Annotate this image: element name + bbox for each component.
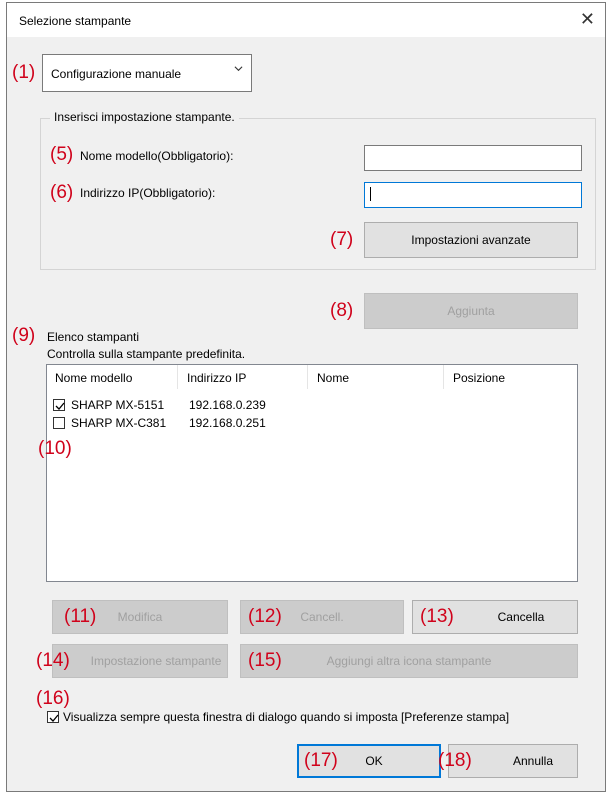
marker-16: (16): [36, 688, 70, 709]
add-printer-icon-button-label: Aggiungi altra icona stampante: [326, 654, 492, 668]
printer-settings-button-label: Impostazione stampante: [90, 654, 222, 668]
check-icon: [49, 714, 59, 722]
marker-10: (10): [38, 438, 72, 459]
ip-address-label: Indirizzo IP(Obbligatorio):: [80, 186, 216, 200]
advanced-settings-button[interactable]: Impostazioni avanzate: [364, 222, 578, 258]
delete-button-label: Cancella: [497, 610, 545, 624]
marker-5: (5): [50, 144, 74, 165]
cancel-button-label: Annulla: [512, 754, 554, 768]
marker-8: (8): [330, 300, 354, 321]
printer-list-title: Elenco stampanti: [47, 330, 140, 344]
printer-list[interactable]: Nome modello Indirizzo IP Nome Posizione…: [46, 364, 578, 582]
table-row[interactable]: SHARP MX-5151 192.168.0.239: [53, 398, 553, 414]
model-name-field[interactable]: [364, 145, 582, 171]
modify-button-label: Modifica: [117, 610, 163, 624]
cancel-entry-button-label: Cancell.: [300, 610, 344, 624]
add-button[interactable]: Aggiunta: [364, 293, 578, 329]
close-icon[interactable]: ✕: [580, 9, 595, 29]
default-printer-checkbox[interactable]: [53, 399, 65, 411]
configuration-dropdown[interactable]: Configurazione manuale: [42, 54, 252, 92]
window-title: Selezione stampante: [19, 14, 132, 28]
column-header-name[interactable]: Nome: [317, 371, 349, 385]
always-show-checkbox[interactable]: [47, 711, 59, 723]
marker-12: (12): [248, 606, 282, 627]
column-separator: [443, 365, 444, 389]
ok-button-label: OK: [365, 754, 383, 768]
marker-11: (11): [64, 606, 97, 627]
ip-address-field[interactable]: [364, 182, 582, 208]
column-header-position[interactable]: Posizione: [453, 371, 505, 385]
marker-1: (1): [12, 62, 36, 83]
row-model: SHARP MX-C381: [71, 416, 167, 430]
column-header-model[interactable]: Nome modello: [55, 371, 132, 385]
marker-13: (13): [420, 606, 454, 627]
add-printer-icon-button[interactable]: Aggiungi altra icona stampante: [240, 644, 578, 678]
text-caret: [370, 187, 371, 201]
row-ip: 192.168.0.251: [189, 416, 266, 430]
row-ip: 192.168.0.239: [189, 398, 266, 412]
marker-7: (7): [330, 229, 354, 250]
check-icon: [55, 402, 65, 410]
chevron-down-icon: [234, 66, 243, 72]
marker-17: (17): [304, 750, 338, 771]
configuration-selected-value: Configurazione manuale: [51, 67, 182, 81]
marker-6: (6): [50, 182, 74, 203]
column-separator: [307, 365, 308, 389]
printer-list-subtitle: Controlla sulla stampante predefinita.: [47, 347, 246, 361]
printer-settings-button[interactable]: Impostazione stampante: [52, 644, 228, 678]
printer-settings-group-label: Inserisci impostazione stampante.: [50, 110, 239, 124]
column-header-ip[interactable]: Indirizzo IP: [187, 371, 246, 385]
table-row[interactable]: SHARP MX-C381 192.168.0.251: [53, 416, 553, 432]
row-model: SHARP MX-5151: [71, 398, 165, 412]
marker-18: (18): [438, 750, 472, 771]
model-name-label: Nome modello(Obbligatorio):: [80, 149, 234, 163]
default-printer-checkbox[interactable]: [53, 417, 65, 429]
marker-14: (14): [36, 650, 70, 671]
title-bar: Selezione stampante ✕: [7, 3, 605, 37]
marker-15: (15): [248, 650, 282, 671]
column-separator: [177, 365, 178, 389]
marker-9: (9): [12, 325, 36, 346]
always-show-label[interactable]: Visualizza sempre questa finestra di dia…: [63, 710, 509, 724]
